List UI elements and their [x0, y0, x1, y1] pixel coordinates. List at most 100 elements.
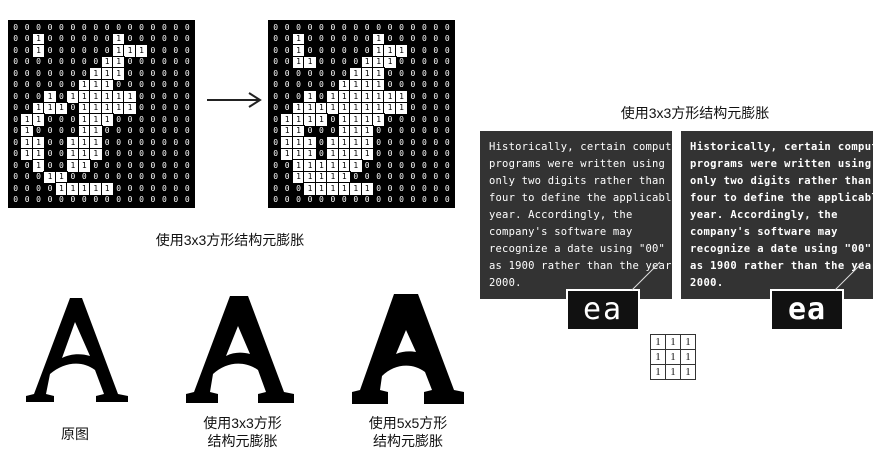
grid-cell: 0	[284, 160, 290, 170]
grid-cell: 0	[59, 195, 64, 205]
grid-cell: 0	[150, 160, 156, 170]
grid-cell: 1	[123, 101, 137, 115]
grid-cell: 0	[13, 114, 19, 124]
grid-cell: 0	[376, 183, 382, 193]
grid-cell: 0	[433, 172, 439, 182]
grid-cell: 0	[399, 57, 404, 67]
grid-cell: 1	[43, 101, 57, 115]
grid-cell: 1	[77, 124, 92, 138]
letter-dilated-5x5	[348, 290, 468, 408]
grid-cell: 0	[444, 57, 450, 67]
grid-cell: 0	[173, 149, 179, 159]
grid-cell: 1	[280, 147, 294, 161]
grid-cell: 0	[59, 80, 64, 90]
grid-cell: 0	[13, 45, 19, 55]
grid-cell: 0	[81, 172, 87, 182]
panel-text-line: programs were written using	[489, 158, 666, 170]
grid-cell: 0	[93, 172, 99, 182]
grid-cell: 0	[139, 22, 144, 32]
grid-cell: 1	[303, 113, 317, 127]
grid-cell: 1	[349, 136, 363, 150]
grid-cell: 1	[66, 136, 80, 150]
grid-cell: 1	[89, 124, 103, 138]
letter-original	[18, 290, 138, 408]
grid-cell: 0	[93, 22, 99, 32]
grid-cell: 0	[399, 80, 404, 90]
grid-cell: 0	[319, 126, 324, 136]
panel-text-line: only two digits rather than	[489, 175, 666, 187]
grid-cell: 0	[184, 80, 190, 90]
grid-cell: 1	[291, 170, 306, 184]
grid-cell: 0	[410, 195, 416, 205]
grid-cell: 0	[59, 114, 64, 124]
grid-cell: 1	[89, 147, 103, 161]
grid-cell: 1	[349, 67, 363, 81]
grid-cell: 1	[291, 44, 306, 58]
letter-5x5-caption-line2: 结构元膨胀	[373, 433, 443, 449]
grid-cell: 0	[319, 68, 324, 78]
grid-cell: 0	[81, 68, 87, 78]
grid-cell: 0	[127, 183, 133, 193]
grid-cell: 0	[173, 160, 179, 170]
grid-cell: 1	[326, 147, 340, 161]
grid-cell: 1	[383, 55, 397, 69]
grid-cell: 0	[47, 68, 53, 78]
grid-cell: 0	[150, 91, 156, 101]
grid-cell: 0	[47, 126, 53, 136]
grid-cell: 0	[353, 172, 359, 182]
grid-cell: 0	[127, 126, 133, 136]
grid-cell: 0	[70, 103, 76, 113]
grid-cell: 1	[123, 44, 137, 58]
grid-cell: 1	[326, 182, 340, 196]
grid-cell: 0	[444, 149, 450, 159]
grid-cell: 0	[173, 22, 179, 32]
grid-cell: 1	[337, 101, 352, 115]
grid-cell: 1	[349, 101, 363, 115]
grid-cell: 0	[296, 91, 301, 101]
grid-cell: 0	[353, 34, 359, 44]
grid-cell: 0	[184, 160, 190, 170]
grid-cell: 0	[410, 137, 416, 147]
grid-cell: 0	[59, 137, 64, 147]
grid-cell: 0	[421, 183, 427, 193]
grid-cell: 0	[353, 22, 359, 32]
grid-cell: 0	[70, 114, 76, 124]
grid-cell: 0	[341, 57, 347, 67]
grid-cell: 1	[303, 101, 317, 115]
grid-cell: 1	[123, 90, 137, 104]
grid-cell: 0	[387, 34, 393, 44]
grid-cell: 1	[383, 44, 397, 58]
grid-cell: 0	[93, 195, 99, 205]
grid-cell: 0	[173, 80, 179, 90]
grid-cell: 0	[93, 160, 99, 170]
grid-cell: 0	[13, 183, 19, 193]
grid-cell: 0	[387, 172, 393, 182]
grid-cell: 0	[433, 137, 439, 147]
grid-cell: 0	[410, 80, 416, 90]
grid-cell: 0	[184, 183, 190, 193]
grid-cell: 0	[319, 34, 324, 44]
grid-cell: 0	[410, 68, 416, 78]
grid-cell: 0	[116, 22, 122, 32]
grid-cell: 1	[303, 170, 317, 184]
grid-cell: 0	[273, 149, 279, 159]
grid-cell: 0	[444, 103, 450, 113]
grid-cell: 0	[399, 195, 404, 205]
arrow-right-icon	[205, 88, 265, 112]
letter-5x5-caption-line1: 使用5x5方形	[368, 415, 448, 431]
grid-cell: 0	[47, 137, 53, 147]
grid-cell: 0	[273, 45, 279, 55]
grid-cell: 0	[59, 34, 64, 44]
letter-3x3-caption-line2: 结构元膨胀	[207, 433, 278, 449]
grid-cell: 1	[291, 101, 306, 115]
grid-cell: 0	[376, 160, 382, 170]
grid-cell: 1	[326, 136, 340, 150]
grid-cell: 0	[273, 137, 279, 147]
grid-cell: 0	[47, 34, 53, 44]
grid-cell: 0	[433, 57, 439, 67]
grid-cell: 0	[399, 172, 404, 182]
grid-cell: 0	[127, 68, 133, 78]
grid-cell: 0	[387, 149, 393, 159]
grid-cell: 0	[13, 22, 19, 32]
grid-cell: 1	[291, 113, 306, 127]
